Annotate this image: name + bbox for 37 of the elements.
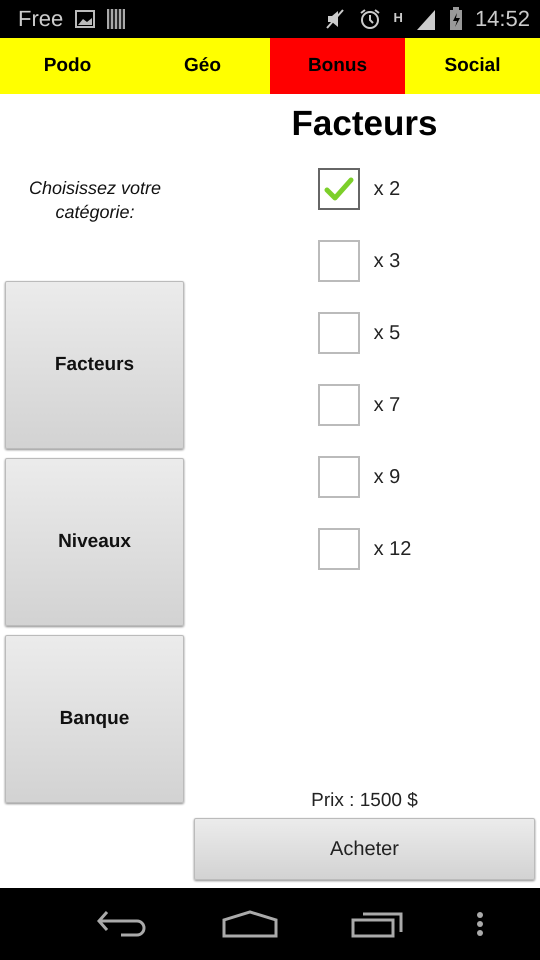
- checkbox[interactable]: [318, 456, 360, 498]
- checkbox[interactable]: [318, 384, 360, 426]
- network-type: H: [394, 10, 403, 25]
- signal-icon: [414, 8, 437, 30]
- checkbox[interactable]: [318, 168, 360, 210]
- carrier-name: Free: [18, 6, 64, 32]
- option-label: x 7: [374, 394, 400, 416]
- check-icon: [324, 176, 354, 202]
- category-prompt: Choisissez votre catégorie:: [28, 177, 162, 224]
- option-label: x 2: [374, 178, 400, 200]
- checkbox[interactable]: [318, 528, 360, 570]
- alarm-icon: [358, 7, 382, 31]
- checkbox[interactable]: [318, 312, 360, 354]
- tab[interactable]: Géo: [135, 38, 270, 94]
- tab[interactable]: Social: [405, 38, 540, 94]
- back-icon[interactable]: [96, 910, 148, 938]
- tab[interactable]: Bonus: [270, 38, 405, 94]
- panel-title: Facteurs: [292, 103, 438, 145]
- checkbox[interactable]: [318, 240, 360, 282]
- home-icon[interactable]: [222, 910, 278, 938]
- option-label: x 3: [374, 250, 400, 272]
- buy-button[interactable]: Acheter: [194, 818, 535, 880]
- barcode-icon: [107, 9, 126, 29]
- category-button[interactable]: Facteurs: [5, 281, 184, 449]
- menu-icon[interactable]: [476, 911, 484, 937]
- option-label: x 12: [374, 538, 412, 560]
- mute-icon: [324, 8, 346, 30]
- battery-icon: [448, 7, 463, 31]
- recent-apps-icon[interactable]: [350, 910, 402, 938]
- category-button[interactable]: Banque: [5, 635, 184, 803]
- clock: 14:52: [474, 6, 530, 32]
- option-label: x 5: [374, 322, 400, 344]
- image-icon: [75, 10, 96, 28]
- category-button[interactable]: Niveaux: [5, 458, 184, 626]
- tab[interactable]: Podo: [0, 38, 135, 94]
- option-label: x 9: [374, 466, 400, 488]
- price-label: Prix : 1500 $: [311, 790, 418, 812]
